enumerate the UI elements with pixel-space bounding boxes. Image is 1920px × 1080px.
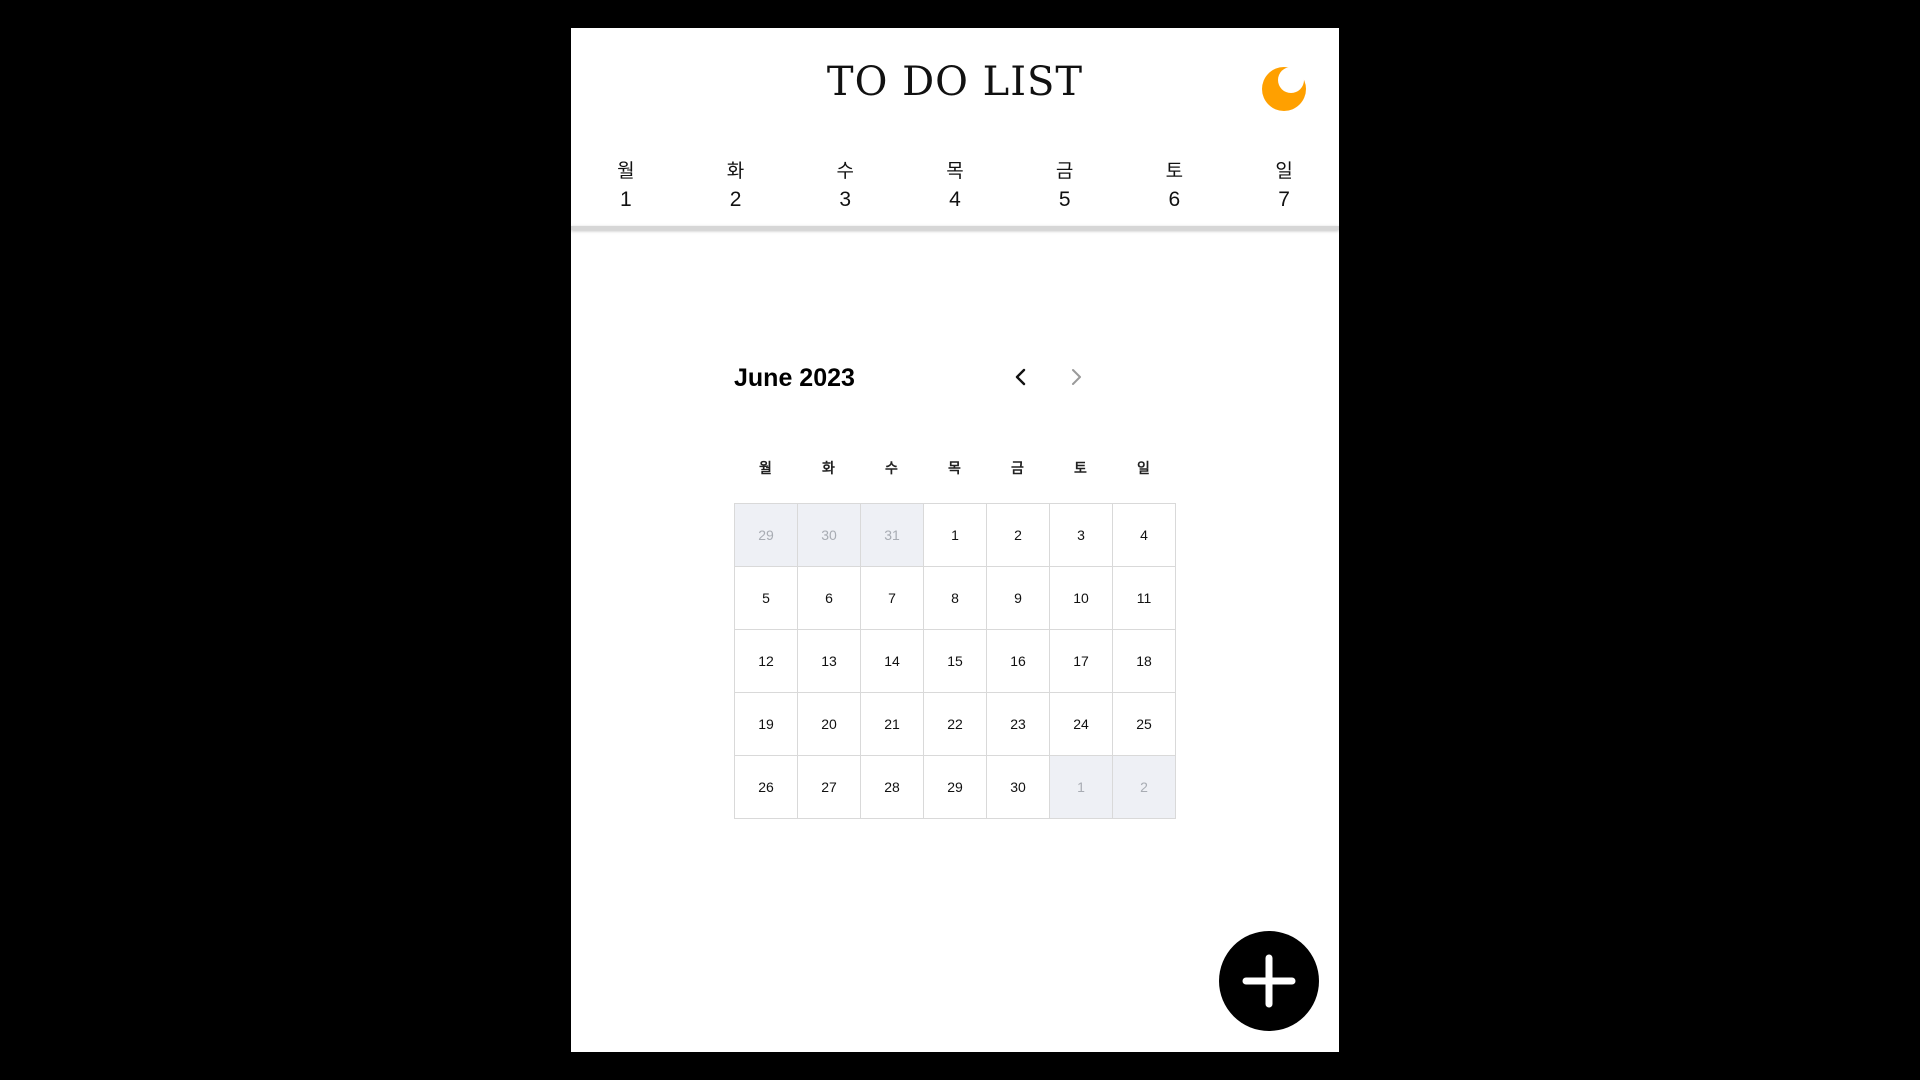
header-divider <box>571 226 1339 230</box>
chevron-right-icon <box>1072 369 1081 385</box>
calendar-weekday-label: 토 <box>1074 461 1087 477</box>
calendar-day[interactable]: 17 <box>1050 630 1113 693</box>
calendar-weekday-header: 월화수목금토일 <box>734 458 1176 478</box>
calendar-day[interactable]: 26 <box>735 756 798 819</box>
calendar-weekday-label: 화 <box>822 461 835 477</box>
calendar-day[interactable]: 18 <box>1113 630 1176 693</box>
week-day-date: 3 <box>839 188 852 211</box>
week-day-date: 5 <box>1058 188 1071 211</box>
week-day-1[interactable]: 월1 <box>591 158 661 218</box>
next-month-button[interactable] <box>1059 360 1093 394</box>
calendar-day[interactable]: 9 <box>987 567 1050 630</box>
week-day-name: 금 <box>1055 160 1074 182</box>
week-day-name: 일 <box>1275 160 1293 182</box>
week-day-6[interactable]: 토6 <box>1139 158 1209 218</box>
calendar-day[interactable]: 8 <box>924 567 987 630</box>
calendar-day[interactable]: 20 <box>798 693 861 756</box>
calendar-day[interactable]: 15 <box>924 630 987 693</box>
calendar-day[interactable]: 24 <box>1050 693 1113 756</box>
week-day-7[interactable]: 일7 <box>1249 158 1319 218</box>
week-strip: 월1화2수3목4금5토6일7 <box>571 158 1339 218</box>
calendar-day[interactable]: 22 <box>924 693 987 756</box>
theme-toggle-button[interactable] <box>1261 66 1307 112</box>
calendar-month-label: June 2023 <box>734 364 855 392</box>
plus-icon <box>1242 954 1296 1008</box>
calendar-day[interactable]: 2 <box>987 504 1050 567</box>
week-day-date: 6 <box>1168 188 1181 211</box>
calendar-day[interactable]: 3 <box>1050 504 1113 567</box>
page-title: TO DO LIST <box>826 59 1084 105</box>
calendar-day[interactable]: 29 <box>924 756 987 819</box>
calendar-day-outside-month[interactable]: 2 <box>1113 756 1176 819</box>
calendar-day[interactable]: 1 <box>924 504 987 567</box>
week-day-4[interactable]: 목4 <box>920 158 990 218</box>
calendar-day[interactable]: 21 <box>861 693 924 756</box>
calendar-day[interactable]: 12 <box>735 630 798 693</box>
previous-month-button[interactable] <box>1004 360 1038 394</box>
calendar-day-outside-month[interactable]: 30 <box>798 504 861 567</box>
calendar-day[interactable]: 28 <box>861 756 924 819</box>
calendar-weekday-label: 수 <box>885 461 898 477</box>
calendar-weekday-label: 월 <box>759 461 772 477</box>
week-day-name: 토 <box>1165 160 1184 182</box>
week-day-5[interactable]: 금5 <box>1030 158 1100 218</box>
week-day-date: 1 <box>620 188 632 211</box>
calendar-grid: 29 30 31 1 2 3 4 5 6 7 8 9 10 11 12 13 14 15 16 17 18 19 20 21 2… <box>734 503 1176 819</box>
calendar-day[interactable]: 25 <box>1113 693 1176 756</box>
calendar-weekday-label: 일 <box>1137 461 1150 477</box>
week-day-name: 화 <box>726 160 745 182</box>
calendar-day-outside-month[interactable]: 31 <box>861 504 924 567</box>
week-day-name: 목 <box>946 160 964 182</box>
calendar-day[interactable]: 14 <box>861 630 924 693</box>
calendar-day[interactable]: 6 <box>798 567 861 630</box>
calendar-weekday-label: 목 <box>948 461 961 477</box>
chevron-left-icon <box>1015 368 1026 386</box>
todo-app: TO DO LIST 월1화2수3목4금5토6일7 June 2023 월 화 … <box>571 28 1339 1052</box>
calendar-day[interactable]: 13 <box>798 630 861 693</box>
calendar-day[interactable]: 7 <box>861 567 924 630</box>
calendar-day[interactable]: 11 <box>1113 567 1176 630</box>
week-day-name: 월 <box>617 160 635 182</box>
week-day-2[interactable]: 화2 <box>701 158 771 218</box>
moon-icon <box>1262 67 1306 111</box>
calendar-weekday-label: 금 <box>1011 461 1024 477</box>
week-day-date: 7 <box>1278 188 1290 211</box>
calendar-day[interactable]: 5 <box>735 567 798 630</box>
calendar-day[interactable]: 19 <box>735 693 798 756</box>
calendar-day[interactable]: 16 <box>987 630 1050 693</box>
header: TO DO LIST 월1화2수3목4금5토6일7 <box>571 28 1339 230</box>
calendar-day-outside-month[interactable]: 29 <box>735 504 798 567</box>
week-day-name: 수 <box>836 160 854 182</box>
week-day-3[interactable]: 수3 <box>810 158 880 218</box>
calendar-day[interactable]: 23 <box>987 693 1050 756</box>
add-task-button[interactable] <box>1219 931 1319 1031</box>
calendar-day[interactable]: 27 <box>798 756 861 819</box>
calendar-day[interactable]: 10 <box>1050 567 1113 630</box>
week-day-date: 2 <box>729 188 742 211</box>
week-day-date: 4 <box>949 188 961 211</box>
calendar-day[interactable]: 4 <box>1113 504 1176 567</box>
calendar-day-outside-month[interactable]: 1 <box>1050 756 1113 819</box>
calendar-day[interactable]: 30 <box>987 756 1050 819</box>
